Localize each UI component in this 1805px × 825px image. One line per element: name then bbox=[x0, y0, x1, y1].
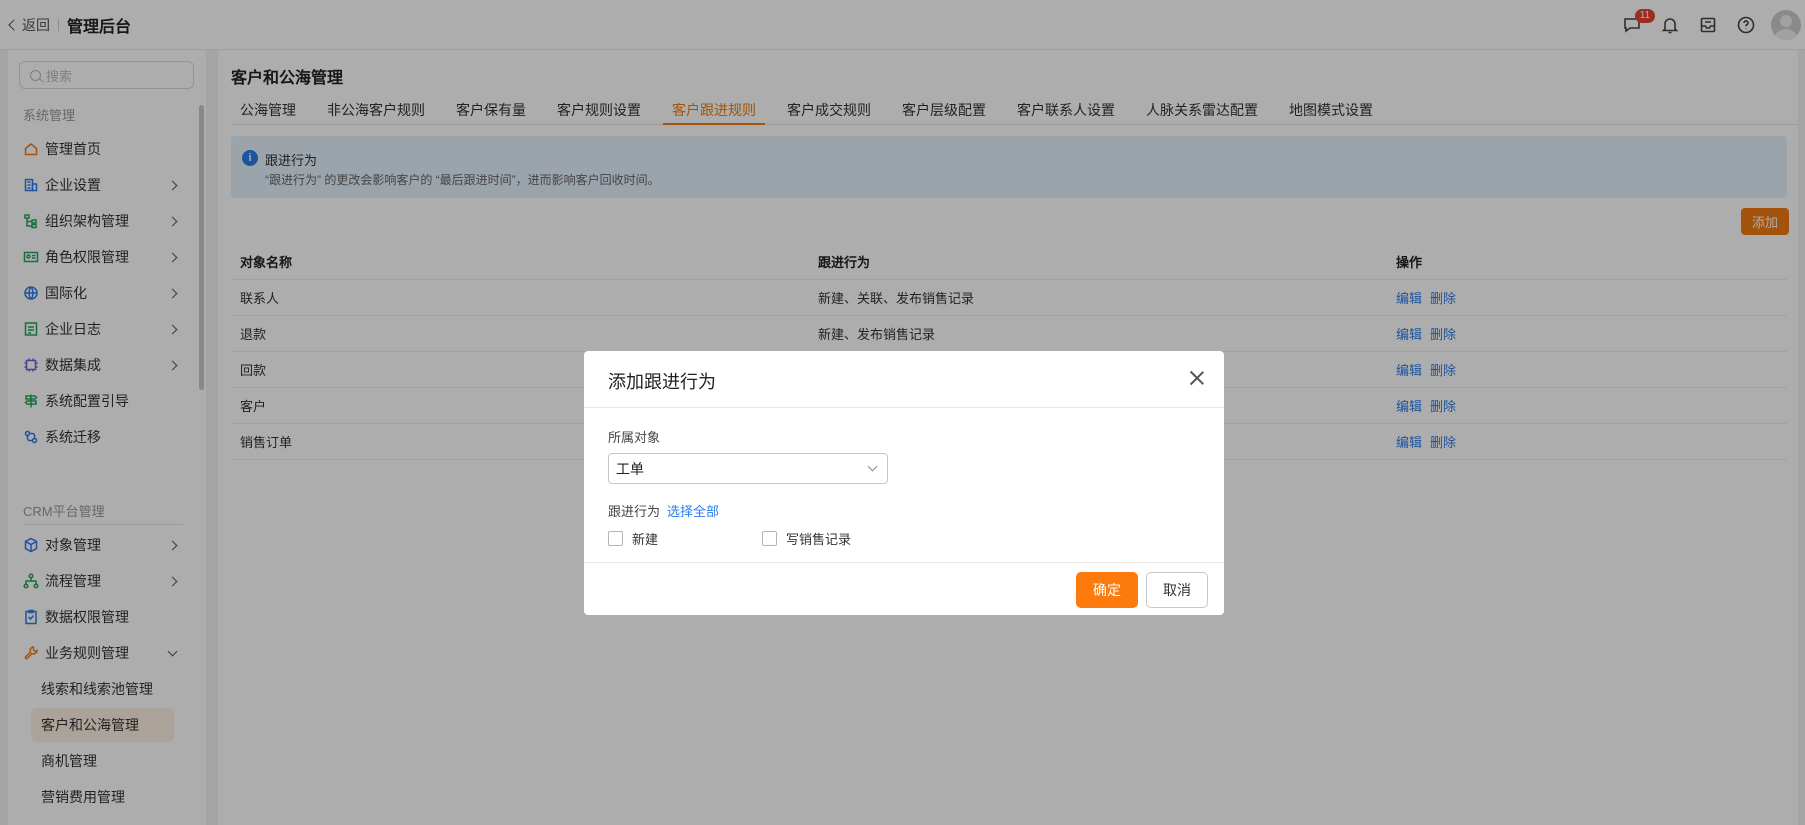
chevron-down-icon bbox=[867, 461, 878, 472]
divider bbox=[584, 407, 1224, 408]
checkbox-write-sales-record[interactable]: 写销售记录 bbox=[762, 529, 851, 548]
divider bbox=[584, 562, 1224, 563]
behavior-label: 跟进行为 bbox=[608, 504, 661, 519]
checkbox-create[interactable]: 新建 bbox=[608, 529, 658, 548]
checkbox-label: 写销售记录 bbox=[786, 532, 852, 547]
object-select-value: 工单 bbox=[616, 460, 644, 477]
select-all-link[interactable]: 选择全部 bbox=[667, 501, 719, 520]
dialog-title: 添加跟进行为 bbox=[608, 372, 716, 392]
checkbox-box[interactable] bbox=[762, 531, 777, 546]
object-select[interactable]: 工单 bbox=[608, 453, 888, 484]
close-icon[interactable] bbox=[1188, 369, 1206, 387]
confirm-button[interactable]: 确定 bbox=[1076, 572, 1138, 608]
checkbox-box[interactable] bbox=[608, 531, 623, 546]
object-label: 所属对象 bbox=[608, 430, 661, 445]
checkbox-label: 新建 bbox=[632, 532, 659, 547]
cancel-button[interactable]: 取消 bbox=[1146, 572, 1208, 608]
add-follow-up-dialog: 添加跟进行为 所属对象 工单 跟进行为 选择全部 新建 写销售记录 确定 取消 bbox=[584, 351, 1224, 615]
